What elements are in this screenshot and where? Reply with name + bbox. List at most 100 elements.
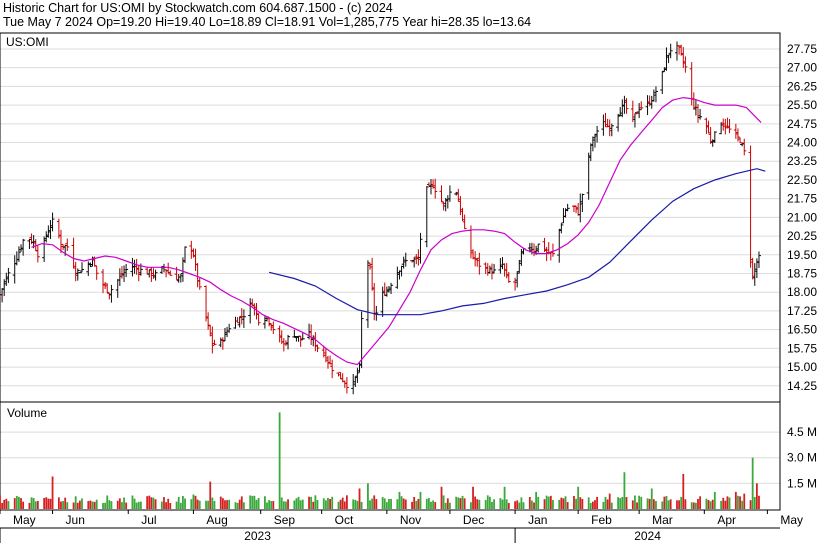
volume-bar — [415, 500, 418, 509]
volume-bar — [669, 499, 672, 509]
volume-bar — [758, 495, 760, 509]
volume-bar — [505, 499, 508, 509]
year-label: 2023 — [244, 529, 271, 543]
volume-bar — [293, 500, 296, 509]
volume-bar — [577, 486, 580, 509]
volume-bar — [562, 498, 565, 509]
volume-bar — [640, 496, 643, 509]
volume-bar — [371, 498, 374, 509]
volume-bar — [676, 500, 678, 509]
price-axis-labels: 27.75 27.00 26.25 25.50 24.75 24.00 23.25 22.50… — [787, 42, 817, 393]
volume-bar — [737, 495, 739, 509]
volume-bar — [692, 502, 695, 509]
volume-bar — [72, 502, 75, 509]
volume-bar — [20, 498, 22, 509]
volume-bar — [535, 491, 538, 509]
volume-bar — [327, 497, 329, 509]
price-tick-label: 24.00 — [787, 136, 817, 150]
volume-bar — [402, 498, 405, 509]
price-tick-label: 27.00 — [787, 61, 817, 75]
volume-bar — [182, 496, 184, 509]
volume-bar — [308, 496, 310, 509]
month-label: Dec — [463, 513, 484, 527]
volume-bar — [301, 499, 304, 509]
volume-bar — [591, 501, 594, 509]
volume-bar — [501, 499, 504, 509]
volume-bar — [30, 497, 33, 509]
volume-bar — [249, 495, 252, 509]
volume-bar — [43, 498, 46, 509]
volume-bars — [0, 412, 760, 509]
volume-bar — [520, 497, 523, 509]
volume-bar — [581, 498, 584, 509]
volume-bar — [137, 501, 140, 509]
volume-bar — [346, 495, 348, 509]
volume-bar — [463, 498, 466, 509]
month-label: Feb — [591, 513, 612, 527]
volume-bar — [446, 498, 449, 509]
price-tick-label: 16.50 — [787, 323, 817, 337]
volume-bar — [28, 502, 31, 509]
volume-bar — [341, 497, 344, 509]
volume-bar — [192, 494, 195, 509]
volume-bar — [575, 498, 577, 509]
volume-bar — [74, 496, 77, 509]
price-tick-label: 24.75 — [787, 117, 817, 131]
volume-tick-label: 1.5 M — [787, 476, 817, 490]
volume-bar — [623, 472, 626, 509]
volume-bar — [255, 499, 258, 509]
volume-bar — [45, 497, 48, 509]
volume-bar — [373, 495, 376, 509]
volume-bar — [60, 501, 62, 509]
volume-bar — [442, 495, 445, 509]
volume-bar — [272, 501, 275, 509]
volume-bar — [655, 501, 657, 509]
volume-bar — [285, 501, 287, 509]
price-tick-label: 25.50 — [787, 98, 817, 112]
volume-bar — [478, 499, 481, 509]
volume-bar — [356, 500, 359, 509]
volume-bar — [1, 502, 4, 509]
volume-bar — [198, 500, 201, 509]
volume-bar — [367, 483, 369, 509]
volume-bar — [634, 495, 636, 509]
volume-bar — [751, 457, 754, 509]
volume-bar — [461, 495, 464, 509]
volume-bar — [282, 501, 285, 509]
volume-bar — [413, 496, 416, 509]
volume-bar — [297, 496, 300, 509]
volume-bar — [518, 502, 521, 509]
volume-tick-label: 3.0 M — [787, 451, 817, 465]
volume-bar — [207, 500, 210, 509]
volume-bar — [695, 502, 697, 509]
volume-bar — [76, 502, 79, 509]
volume-bar — [0, 495, 1, 509]
volume-bar — [154, 499, 157, 509]
month-label: May — [780, 513, 803, 527]
volume-bar — [455, 496, 458, 509]
volume-bar — [329, 498, 331, 509]
volume-bar — [398, 491, 401, 509]
volume-bar — [381, 497, 384, 509]
volume-bar — [312, 501, 315, 509]
volume-bar — [486, 495, 489, 509]
volume-bar — [528, 497, 531, 509]
volume-bar — [533, 502, 535, 509]
volume-bar — [5, 498, 8, 509]
volume-bar — [121, 502, 123, 509]
price-tick-label: 21.75 — [787, 192, 817, 206]
price-tick-label: 15.00 — [787, 360, 817, 374]
volume-bar — [619, 498, 622, 509]
price-tick-label: 27.75 — [787, 42, 817, 56]
month-label: Mar — [652, 513, 673, 527]
volume-bar — [278, 412, 281, 509]
volume-bar — [64, 497, 67, 509]
volume-bar — [697, 498, 699, 509]
volume-bar — [755, 483, 758, 509]
volume-bar — [102, 502, 104, 509]
volume-bar — [430, 501, 432, 509]
volume-bar — [314, 495, 317, 509]
month-label: Nov — [400, 513, 421, 527]
volume-bar — [472, 486, 474, 509]
volume-bar — [636, 502, 638, 509]
